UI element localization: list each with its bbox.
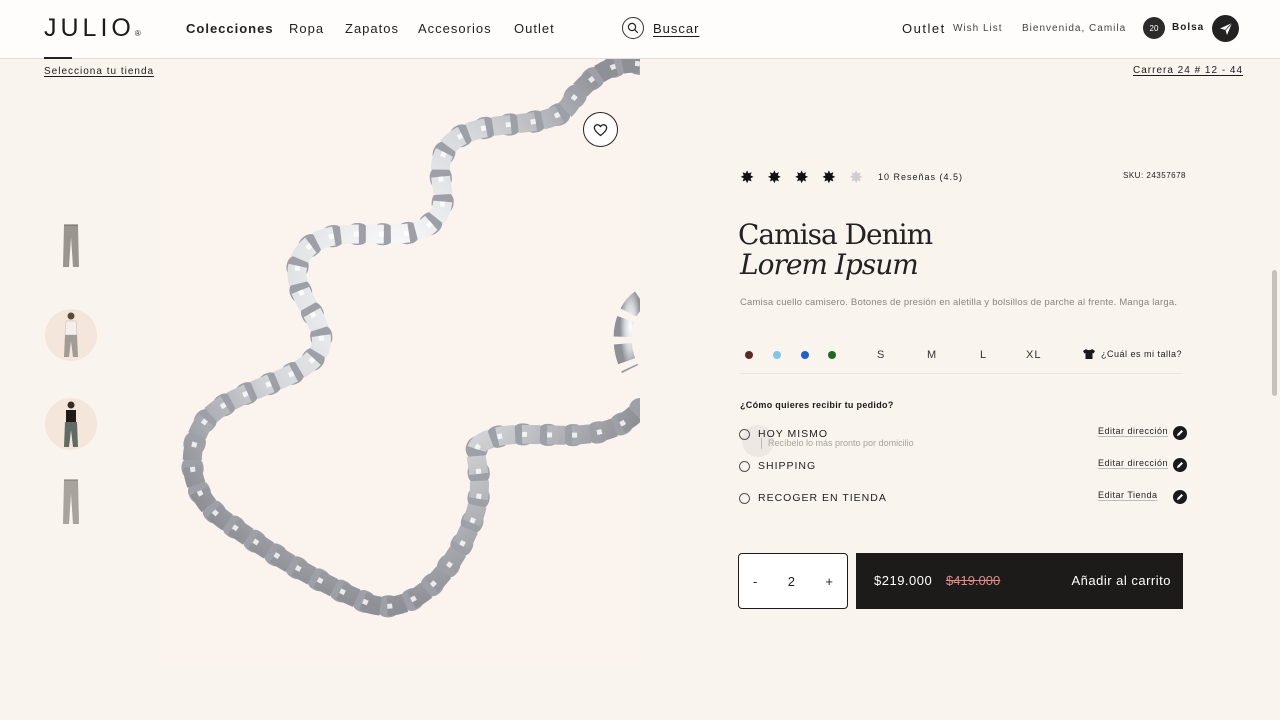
heart-icon[interactable] <box>583 112 618 147</box>
size-option-m[interactable]: M <box>927 349 937 361</box>
product-sku: SKU: 24357678 <box>1123 171 1186 180</box>
product-title: Camisa Denim <box>738 218 933 251</box>
sublabel-divider <box>761 438 762 449</box>
nav-zapatos[interactable]: Zapatos <box>345 21 399 36</box>
thumbnail-1[interactable] <box>45 220 97 272</box>
edit-store-link[interactable]: Editar Tienda <box>1098 490 1158 500</box>
thumbnail-3[interactable] <box>45 398 97 450</box>
select-store-link[interactable]: Selecciona tu tienda <box>44 66 154 77</box>
star-empty-icon: ✸ <box>849 168 864 187</box>
decrement-button[interactable]: - <box>753 574 757 589</box>
product-description: Camisa cuello camisero. Botones de presi… <box>740 297 1178 308</box>
size-guide-label: ¿Cuál es mi talla? <box>1101 349 1183 359</box>
quantity-stepper: - 2 + <box>738 553 848 609</box>
bag-link[interactable]: Bolsa <box>1172 22 1204 33</box>
pencil-icon[interactable] <box>1173 458 1187 472</box>
welcome-user[interactable]: Bienvenida, Camila <box>1022 23 1126 34</box>
radio-today[interactable] <box>739 429 750 440</box>
quantity-value[interactable]: 2 <box>788 574 795 589</box>
product-subtitle: Lorem Ipsum <box>740 248 919 281</box>
variant-options: S M L XL ¿Cuál es mi talla? <box>740 340 1183 374</box>
brand-logo[interactable]: JULIO® <box>44 14 141 43</box>
star-icon: ✸ <box>767 168 782 187</box>
product-image[interactable] <box>160 59 640 659</box>
current-price: $219.000 <box>874 573 933 588</box>
rating-stars: ✸ ✸ ✸ ✸ ✸ <box>740 169 863 187</box>
search-icon <box>622 17 644 39</box>
page-scrollbar[interactable] <box>1272 270 1277 396</box>
delivery-option-shipping[interactable]: SHIPPING Editar dirección <box>739 458 1189 478</box>
header-outlet-link[interactable]: Outlet <box>902 21 946 36</box>
color-swatch-burgundy[interactable] <box>745 351 753 359</box>
star-icon: ✸ <box>740 168 755 187</box>
delivery-option-label: SHIPPING <box>758 460 817 472</box>
pencil-icon[interactable] <box>1173 490 1187 504</box>
thumbnail-4[interactable] <box>45 476 97 528</box>
pencil-icon[interactable] <box>1173 426 1187 440</box>
edit-address-link[interactable]: Editar dirección <box>1098 458 1168 468</box>
color-swatch-green[interactable] <box>828 351 836 359</box>
delivery-question: ¿Cómo quieres recibir tu pedido? <box>740 400 894 410</box>
original-price: $419.000 <box>946 573 1001 588</box>
bag-count-badge[interactable]: 20 <box>1143 17 1165 39</box>
search-label: Buscar <box>653 20 700 36</box>
radio-store-pickup[interactable] <box>739 493 750 504</box>
size-option-s[interactable]: S <box>877 349 885 361</box>
send-icon[interactable] <box>1212 15 1239 42</box>
tshirt-icon <box>1083 349 1095 359</box>
color-swatch-light-blue[interactable] <box>773 351 781 359</box>
wish-list-link[interactable]: Wish List <box>953 23 1003 34</box>
reviews-link[interactable]: 10 Reseñas (4.5) <box>878 172 963 182</box>
increment-button[interactable]: + <box>825 574 833 589</box>
edit-address-link[interactable]: Editar dirección <box>1098 426 1168 436</box>
delivery-option-sublabel: Recíbelo lo más pronto por domicilio <box>768 438 914 448</box>
size-option-l[interactable]: L <box>980 349 987 361</box>
site-header: JULIO® Colecciones Ropa Zapatos Accesori… <box>0 0 1280 59</box>
star-icon: ✸ <box>821 168 836 187</box>
thumbnail-2[interactable] <box>45 309 97 361</box>
active-indicator <box>44 57 72 59</box>
nav-ropa[interactable]: Ropa <box>289 21 324 36</box>
search-button[interactable]: Buscar <box>622 17 699 39</box>
radio-shipping[interactable] <box>739 461 750 472</box>
size-option-xl[interactable]: XL <box>1026 349 1041 361</box>
star-icon: ✸ <box>794 168 809 187</box>
add-to-cart-button[interactable]: $219.000 $419.000 Añadir al carrito <box>856 553 1183 609</box>
delivery-option-store[interactable]: RECOGER EN TIENDA Editar Tienda <box>739 490 1189 510</box>
color-swatch-blue[interactable] <box>801 351 809 359</box>
nav-colecciones[interactable]: Colecciones <box>186 21 274 36</box>
delivery-option-label: RECOGER EN TIENDA <box>758 492 887 504</box>
nav-outlet[interactable]: Outlet <box>514 21 555 36</box>
add-to-cart-label: Añadir al carrito <box>1071 573 1171 588</box>
size-guide-link[interactable]: ¿Cuál es mi talla? <box>1082 348 1182 360</box>
nav-accesorios[interactable]: Accesorios <box>418 21 492 36</box>
store-address-link[interactable]: Carrera 24 # 12 - 44 <box>1133 65 1243 76</box>
